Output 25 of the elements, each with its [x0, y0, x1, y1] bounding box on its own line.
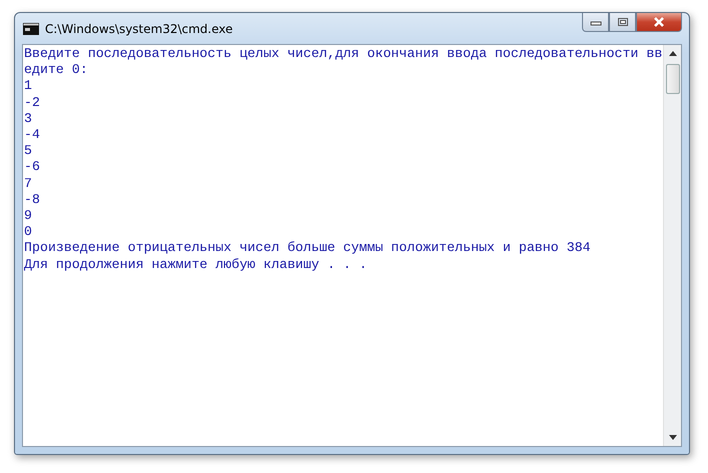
scroll-down-icon[interactable] [668, 435, 676, 440]
console-line: -2 [24, 94, 41, 111]
scrollbar-thumb[interactable] [666, 64, 680, 94]
console-line: Введите последовательность целых чисел,для окончания ввода последовательности вв [24, 46, 663, 62]
console-app-icon [23, 22, 39, 34]
console-line: 9 [24, 208, 33, 224]
restore-icon [616, 17, 628, 27]
console-line: -4 [24, 127, 41, 144]
scroll-up-icon[interactable] [668, 51, 676, 56]
window-title: C:\Windows\system32\cmd.exe [45, 22, 233, 36]
console-line: 1 [24, 78, 33, 95]
console-line: 0 [24, 224, 33, 240]
maximize-button[interactable] [609, 13, 636, 32]
console-line: -6 [24, 159, 41, 176]
close-icon [652, 17, 666, 27]
console-line: 3 [24, 110, 33, 128]
console-line: Для продолжения нажмите любую клавишу . . . [24, 256, 368, 273]
vertical-scrollbar[interactable] [663, 45, 681, 446]
close-button[interactable] [636, 13, 682, 32]
console-line: -8 [24, 192, 41, 208]
console-line: 5 [24, 143, 33, 160]
console-line: 7 [24, 176, 33, 192]
console-line: едите 0: [24, 62, 89, 78]
minimize-button[interactable] [582, 13, 609, 32]
console-line: Произведение отрицательных чисел больше суммы положительных и равно 384 [24, 240, 592, 257]
